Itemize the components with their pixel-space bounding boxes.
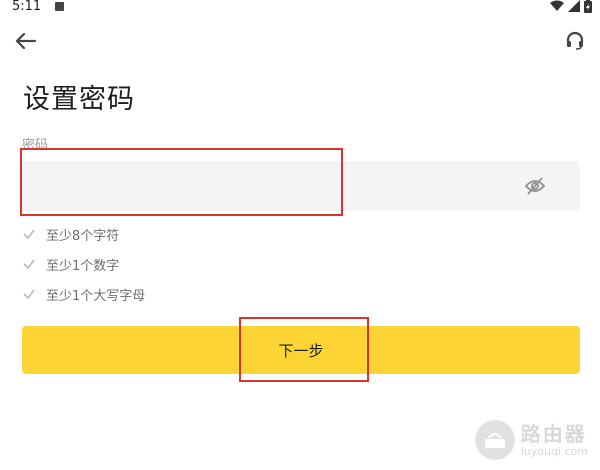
wifi-icon [550,0,564,11]
watermark-title: 路由器 [520,421,587,446]
arrow-left-icon [15,33,37,49]
watermark-text: 路由器 luyouqi.com [521,423,588,458]
eye-off-icon[interactable] [524,176,546,196]
status-bar: 5:11 [0,0,600,18]
annotation-box-password [20,148,343,216]
rule-item: 至少8个字符 [22,219,145,249]
router-logo-icon [474,420,515,460]
watermark: 路由器 luyouqi.com [474,420,588,460]
notification-a-icon [55,2,64,11]
status-icons [550,0,592,13]
page-title: 设置密码 [23,84,135,116]
router-icon [484,433,505,448]
headset-icon [566,31,584,50]
rule-item: 至少1个数字 [22,249,145,279]
rule-item: 至少1个大写字母 [22,279,145,309]
check-icon [23,259,35,270]
rule-text: 至少8个字符 [46,228,120,244]
check-icon [23,229,35,240]
status-time: 5:11 [12,0,42,14]
annotation-box-next [239,317,369,382]
battery-icon [584,0,592,13]
rule-text: 至少1个数字 [46,258,120,274]
support-button[interactable] [562,28,588,54]
password-rules: 至少8个字符 至少1个数字 至少1个大写字母 [22,219,145,309]
back-button[interactable] [13,28,39,54]
check-icon [23,289,35,300]
rule-text: 至少1个大写字母 [46,288,146,304]
watermark-subtitle: luyouqi.com [520,444,588,458]
signal-icon [568,0,580,12]
